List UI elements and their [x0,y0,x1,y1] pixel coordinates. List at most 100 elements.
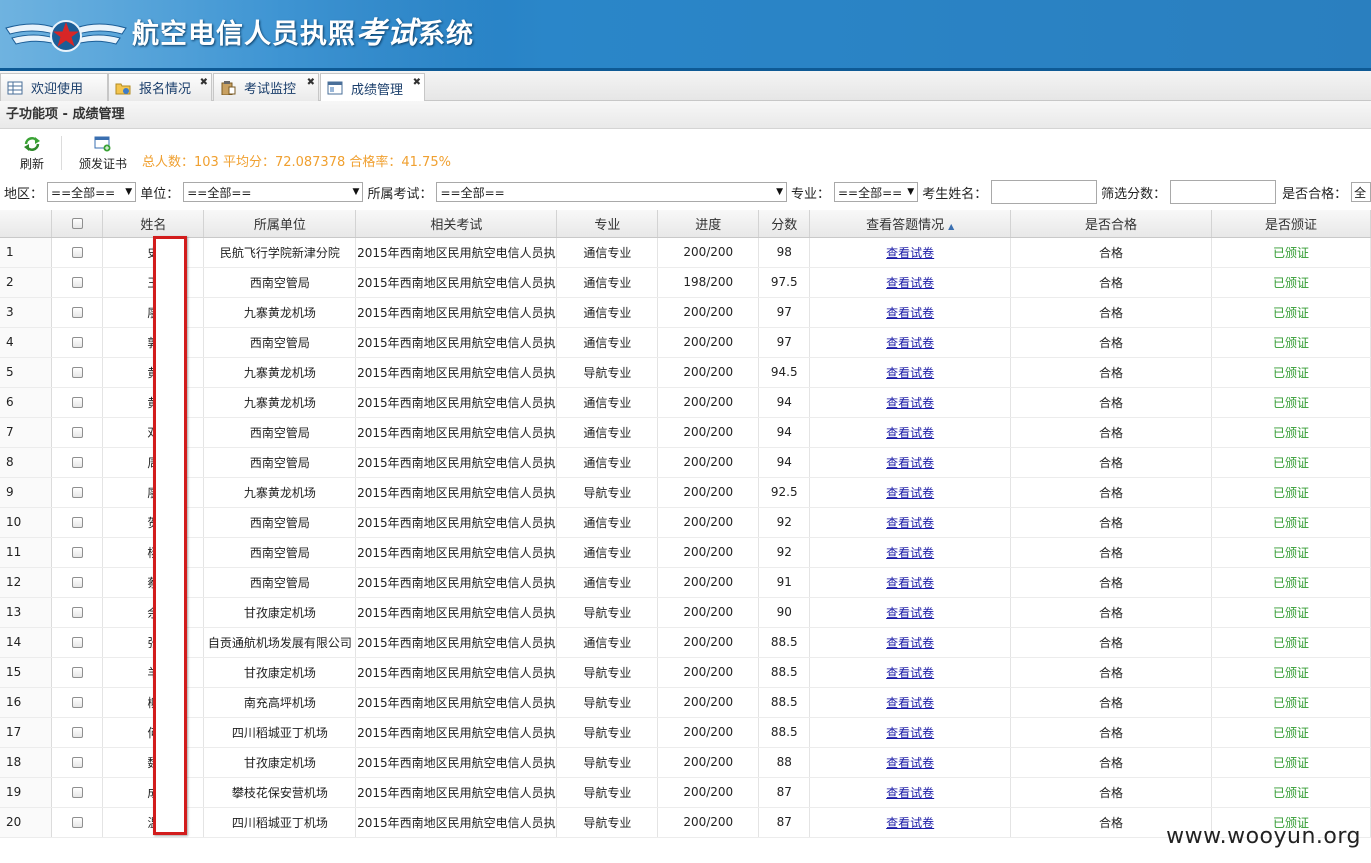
row-checkbox[interactable] [71,577,83,588]
tab-welcome[interactable]: 欢迎使用 [0,73,108,101]
score-filter-input[interactable] [1170,180,1277,204]
table-body: 1史民航飞行学院新津分院2015年西南地区民用航空电信人员执通信专业200/20… [0,237,1371,838]
row-checkbox[interactable] [71,457,83,468]
row-checkbox[interactable] [71,427,83,438]
row-checkbox[interactable] [71,517,83,528]
row-checkbox[interactable] [71,547,83,558]
view-paper-link[interactable]: 查看试卷 [886,696,934,710]
view-paper-link[interactable]: 查看试卷 [886,516,934,530]
table-row[interactable]: 4郭西南空管局2015年西南地区民用航空电信人员执通信专业200/20097查看… [0,327,1371,358]
view-paper-link[interactable]: 查看试卷 [886,456,934,470]
table-row[interactable]: 11杨西南空管局2015年西南地区民用航空电信人员执通信专业200/20092查… [0,537,1371,568]
column-header-progress[interactable]: 进度 [657,210,760,238]
table-row[interactable]: 17何四川稻城亚丁机场2015年西南地区民用航空电信人员执导航专业200/200… [0,717,1371,748]
close-icon[interactable]: ✖ [413,77,421,88]
row-checkbox[interactable] [71,667,83,678]
row-checkbox[interactable] [71,307,83,318]
row-checkbox[interactable] [71,607,83,618]
table-row[interactable]: 1史民航飞行学院新津分院2015年西南地区民用航空电信人员执通信专业200/20… [0,237,1371,268]
view-paper-link[interactable]: 查看试卷 [886,336,934,350]
view-paper-link[interactable]: 查看试卷 [886,396,934,410]
table-row[interactable]: 6黄九寨黄龙机场2015年西南地区民用航空电信人员执通信专业200/20094查… [0,387,1371,418]
unit-label: 单位： [140,186,180,202]
table-row[interactable]: 15羊甘孜康定机场2015年西南地区民用航空电信人员执导航专业200/20088… [0,657,1371,688]
cell-score: 97 [758,297,811,328]
row-checkbox[interactable] [71,337,83,348]
view-paper-link[interactable]: 查看试卷 [886,756,934,770]
refresh-button[interactable]: 刷新 [14,134,50,172]
column-header-pass[interactable]: 是否合格 [1010,210,1212,238]
select-all-header [51,210,104,238]
view-paper-link[interactable]: 查看试卷 [886,426,934,440]
table-row[interactable]: 8周西南空管局2015年西南地区民用航空电信人员执通信专业200/20094查看… [0,447,1371,478]
column-header-score[interactable]: 分数 [758,210,811,238]
row-checkbox[interactable] [71,817,83,828]
column-header-view[interactable]: 查看答题情况 ▲ [809,210,1012,238]
major-select[interactable]: ==全部== ▼ [834,182,919,202]
column-header-cert[interactable]: 是否颁证 [1211,210,1371,238]
unit-select[interactable]: ==全部== ▼ [183,182,364,202]
table-row[interactable]: 16柳南充高坪机场2015年西南地区民用航空电信人员执导航专业200/20088… [0,687,1371,718]
cell-pass: 合格 [1010,597,1212,628]
row-checkbox[interactable] [71,397,83,408]
table-row[interactable]: 14张自贡通航机场发展有限公司2015年西南地区民用航空电信人员执通信专业200… [0,627,1371,658]
column-header-unit[interactable]: 所属单位 [203,210,357,238]
table-row[interactable]: 13余甘孜康定机场2015年西南地区民用航空电信人员执导航专业200/20090… [0,597,1371,628]
cell-cert-status: 已颁证 [1211,537,1371,568]
exam-select[interactable]: ==全部== ▼ [436,182,787,202]
cell-unit: 九寨黄龙机场 [203,387,357,418]
cell-major: 通信专业 [556,417,659,448]
view-paper-link[interactable]: 查看试卷 [886,666,934,680]
view-paper-link[interactable]: 查看试卷 [886,276,934,290]
row-checkbox[interactable] [71,727,83,738]
row-checkbox[interactable] [71,277,83,288]
table-row[interactable]: 5黄九寨黄龙机场2015年西南地区民用航空电信人员执导航专业200/20094.… [0,357,1371,388]
column-header-name[interactable]: 姓名 [102,210,205,238]
table-row[interactable]: 3廖九寨黄龙机场2015年西南地区民用航空电信人员执通信专业200/20097查… [0,297,1371,328]
cell-score: 88.5 [758,627,811,658]
view-paper-link[interactable]: 查看试卷 [886,246,934,260]
cell-major: 通信专业 [556,567,659,598]
table-row[interactable]: 18魏甘孜康定机场2015年西南地区民用航空电信人员执导航专业200/20088… [0,747,1371,778]
row-checkbox[interactable] [71,787,83,798]
close-icon[interactable]: ✖ [200,77,208,88]
column-header-major[interactable]: 专业 [556,210,659,238]
row-checkbox[interactable] [71,367,83,378]
cell-exam: 2015年西南地区民用航空电信人员执 [355,327,558,358]
view-paper-link[interactable]: 查看试卷 [886,576,934,590]
table-row[interactable]: 7邓西南空管局2015年西南地区民用航空电信人员执通信专业200/20094查看… [0,417,1371,448]
table-row[interactable]: 20温四川稻城亚丁机场2015年西南地区民用航空电信人员执导航专业200/200… [0,807,1371,838]
name-input[interactable] [991,180,1098,204]
row-checkbox[interactable] [71,487,83,498]
table-row[interactable]: 19成攀枝花保安营机场2015年西南地区民用航空电信人员执导航专业200/200… [0,777,1371,808]
close-icon[interactable]: ✖ [307,77,315,88]
issue-certificate-button[interactable]: 颁发证书 [74,134,132,172]
row-checkbox[interactable] [71,757,83,768]
pass-select[interactable]: 全 [1351,182,1371,202]
select-all-checkbox[interactable] [71,217,83,229]
row-checkbox[interactable] [71,247,83,258]
view-paper-link[interactable]: 查看试卷 [886,726,934,740]
view-paper-link[interactable]: 查看试卷 [886,366,934,380]
tab-score-management[interactable]: 成绩管理 ✖ [320,73,425,102]
table-row[interactable]: 9廖九寨黄龙机场2015年西南地区民用航空电信人员执导航专业200/20092.… [0,477,1371,508]
view-paper-link[interactable]: 查看试卷 [886,306,934,320]
column-header-exam[interactable]: 相关考试 [355,210,558,238]
view-paper-link[interactable]: 查看试卷 [886,816,934,830]
view-paper-link[interactable]: 查看试卷 [886,636,934,650]
row-checkbox[interactable] [71,637,83,648]
table-row[interactable]: 12蔡西南空管局2015年西南地区民用航空电信人员执通信专业200/20091查… [0,567,1371,598]
row-checkbox[interactable] [71,697,83,708]
row-number: 1 [0,237,53,268]
region-select[interactable]: ==全部== ▼ [47,182,137,202]
table-row[interactable]: 2王西南空管局2015年西南地区民用航空电信人员执通信专业198/20097.5… [0,267,1371,298]
view-paper-link[interactable]: 查看试卷 [886,606,934,620]
table-row[interactable]: 10贺西南空管局2015年西南地区民用航空电信人员执通信专业200/20092查… [0,507,1371,538]
view-paper-link[interactable]: 查看试卷 [886,486,934,500]
tab-registration[interactable]: 报名情况 ✖ [108,73,212,101]
row-number: 12 [0,567,53,598]
cell-unit: 西南空管局 [203,567,357,598]
view-paper-link[interactable]: 查看试卷 [886,786,934,800]
tab-exam-monitor[interactable]: 考试监控 ✖ [213,73,319,101]
view-paper-link[interactable]: 查看试卷 [886,546,934,560]
